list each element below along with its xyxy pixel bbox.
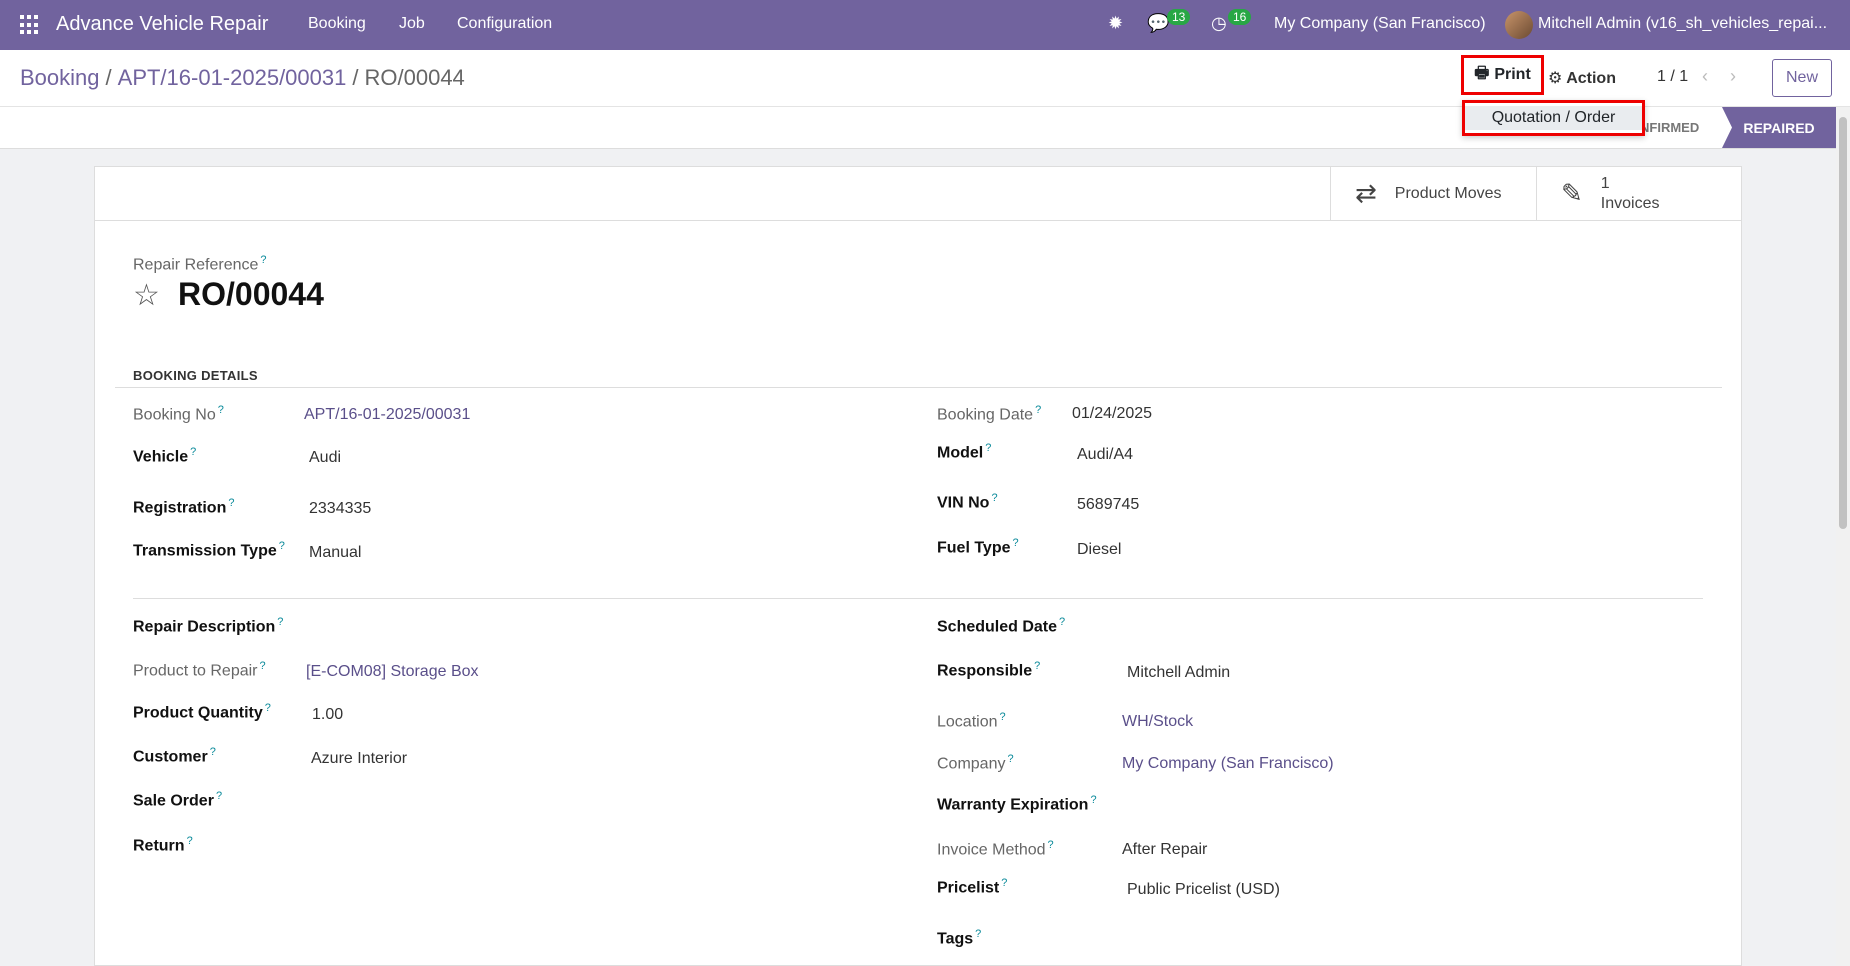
tags-label: Tags? <box>937 928 982 948</box>
dropdown-item-quotation-order[interactable]: Quotation / Order <box>1465 106 1642 130</box>
new-button[interactable]: New <box>1772 59 1832 97</box>
favorite-star-icon[interactable]: ☆ <box>133 278 160 313</box>
section-divider <box>133 598 1703 599</box>
action-button[interactable]: ⚙ Action <box>1548 68 1616 88</box>
sale-order-label: Sale Order? <box>133 790 223 810</box>
activities-clock-icon[interactable]: ◷ <box>1211 13 1227 34</box>
vehicle-field[interactable]: Audi <box>309 449 341 467</box>
section-title-booking-details: BOOKING DETAILS <box>133 368 258 383</box>
booking-date-field[interactable]: 01/24/2025 <box>1072 405 1152 423</box>
transmission-type-label: Transmission Type? <box>133 540 285 560</box>
user-avatar[interactable] <box>1505 11 1533 39</box>
breadcrumb-separator: / <box>352 65 359 90</box>
printer-icon: 🖶 <box>1474 64 1490 82</box>
messages-count-badge: 13 <box>1167 9 1191 25</box>
invoice-method-label: Invoice Method? <box>937 839 1054 859</box>
breadcrumb-current: RO/00044 <box>364 65 465 90</box>
warranty-expiration-label: Warranty Expiration? <box>937 794 1097 814</box>
pricelist-field[interactable]: Public Pricelist (USD) <box>1127 881 1280 899</box>
print-label: Print <box>1494 66 1531 83</box>
scrollbar[interactable] <box>1836 107 1850 966</box>
status-repaired[interactable]: REPAIRED <box>1722 107 1836 148</box>
product-moves-button[interactable]: ⇄ Product Moves <box>1330 166 1536 221</box>
menu-job[interactable]: Job <box>399 15 425 33</box>
product-moves-label: Product Moves <box>1394 184 1502 202</box>
product-quantity-field[interactable]: 1.00 <box>312 706 343 724</box>
debug-bug-icon[interactable]: ✹ <box>1108 13 1123 34</box>
repair-reference-label: Repair Reference? <box>133 254 267 274</box>
invoices-label: Invoices <box>1600 194 1660 212</box>
menu-booking[interactable]: Booking <box>308 15 366 33</box>
pager-next-icon[interactable]: › <box>1730 66 1736 87</box>
product-to-repair-field[interactable]: [E-COM08] Storage Box <box>306 663 479 681</box>
return-label: Return? <box>133 835 193 855</box>
print-dropdown-menu: Quotation / Order <box>1462 100 1645 136</box>
product-to-repair-label: Product to Repair? <box>133 660 266 680</box>
breadcrumb: Booking / APT/16-01-2025/00031/RO/00044 <box>20 65 465 91</box>
company-field[interactable]: My Company (San Francisco) <box>1122 755 1334 773</box>
top-navbar: Advance Vehicle Repair Booking Job Confi… <box>0 0 1850 50</box>
fuel-type-field[interactable]: Diesel <box>1077 541 1121 559</box>
vehicle-label: Vehicle? <box>133 446 197 466</box>
company-label: Company? <box>937 753 1014 773</box>
vin-no-label: VIN No? <box>937 492 998 512</box>
invoices-count: 1 <box>1600 174 1610 192</box>
company-switcher[interactable]: My Company (San Francisco) <box>1274 15 1486 33</box>
form-sheet <box>94 166 1742 966</box>
apps-menu-icon[interactable] <box>20 15 40 35</box>
invoice-method-field[interactable]: After Repair <box>1122 841 1207 859</box>
vin-no-field[interactable]: 5689745 <box>1077 496 1139 514</box>
customer-label: Customer? <box>133 746 216 766</box>
scheduled-date-label: Scheduled Date? <box>937 616 1066 636</box>
fuel-type-label: Fuel Type? <box>937 537 1019 557</box>
activities-count-badge: 16 <box>1228 9 1252 25</box>
customer-field[interactable]: Azure Interior <box>311 750 407 768</box>
model-label: Model? <box>937 442 992 462</box>
pager-value[interactable]: 1 / 1 <box>1657 68 1688 86</box>
transmission-type-field[interactable]: Manual <box>309 544 361 562</box>
model-field[interactable]: Audi/A4 <box>1077 446 1133 464</box>
edit-invoice-icon: ✎ <box>1561 178 1583 208</box>
registration-field[interactable]: 2334335 <box>309 500 371 518</box>
booking-date-label: Booking Date? <box>937 404 1042 424</box>
location-label: Location? <box>937 711 1006 731</box>
booking-no-label: Booking No? <box>133 404 224 424</box>
menu-configuration[interactable]: Configuration <box>457 15 552 33</box>
user-menu[interactable]: Mitchell Admin (v16_sh_vehicles_repai... <box>1538 15 1843 33</box>
registration-label: Registration? <box>133 497 235 517</box>
app-title[interactable]: Advance Vehicle Repair <box>56 13 268 36</box>
booking-no-field[interactable]: APT/16-01-2025/00031 <box>304 406 470 424</box>
responsible-label: Responsible? <box>937 660 1041 680</box>
breadcrumb-separator: / <box>105 65 112 90</box>
repair-description-label: Repair Description? <box>133 616 284 636</box>
record-name: RO/00044 <box>178 276 324 312</box>
status-confirmed[interactable]: NFIRMED <box>1640 120 1699 135</box>
scrollbar-thumb[interactable] <box>1839 117 1847 529</box>
print-button[interactable]: 🖶 Print <box>1461 55 1544 95</box>
section-divider <box>115 387 1722 388</box>
product-quantity-label: Product Quantity? <box>133 702 271 722</box>
exchange-arrows-icon: ⇄ <box>1355 178 1377 208</box>
action-label: Action <box>1566 70 1616 87</box>
location-field[interactable]: WH/Stock <box>1122 713 1193 731</box>
breadcrumb-booking[interactable]: Booking <box>20 65 100 90</box>
gear-icon: ⚙ <box>1548 70 1563 87</box>
responsible-field[interactable]: Mitchell Admin <box>1127 664 1230 682</box>
invoices-button[interactable]: ✎ 1 Invoices <box>1536 166 1742 221</box>
breadcrumb-booking-record[interactable]: APT/16-01-2025/00031 <box>118 65 347 90</box>
pager-previous-icon[interactable]: ‹ <box>1702 66 1708 87</box>
pricelist-label: Pricelist? <box>937 877 1008 897</box>
